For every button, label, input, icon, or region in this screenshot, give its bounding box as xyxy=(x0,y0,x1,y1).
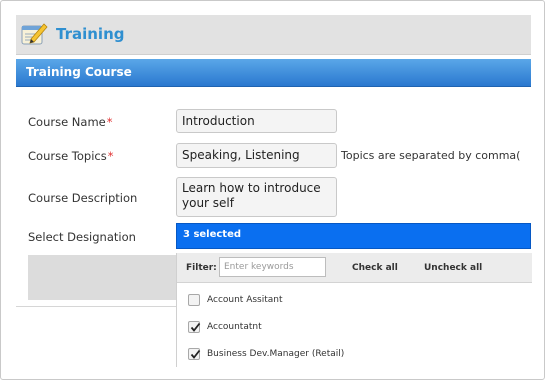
page-header: Training xyxy=(16,15,531,55)
uncheck-all-button[interactable]: Uncheck all xyxy=(424,263,482,273)
option-label: Business Dev.Manager (Retail) xyxy=(207,349,345,359)
course-description-textarea[interactable]: Learn how to introduce your self xyxy=(176,177,337,217)
course-topics-label: Course Topics* xyxy=(28,149,114,163)
checkmark-icon xyxy=(190,349,201,359)
option-label: Accountatnt xyxy=(207,322,262,332)
selected-count: 3 selected xyxy=(183,229,242,240)
course-name-label: Course Name* xyxy=(28,115,113,129)
checkbox[interactable] xyxy=(188,321,201,333)
course-name-input[interactable]: Introduction xyxy=(176,109,337,133)
checkbox[interactable] xyxy=(188,294,200,306)
topics-hint: Topics are separated by comma( xyxy=(341,149,521,162)
section-header: Training Course xyxy=(16,59,531,87)
check-all-button[interactable]: Check all xyxy=(352,263,398,273)
option-label: Account Assitant xyxy=(207,295,283,305)
filter-label: Filter: xyxy=(186,263,217,273)
designation-label: Select Designation xyxy=(28,230,136,244)
filter-input[interactable] xyxy=(219,257,326,277)
designation-multiselect[interactable]: 3 selected xyxy=(176,223,531,249)
page-title: Training xyxy=(56,25,125,43)
window-frame: Training Training Course Course Name* In… xyxy=(0,0,545,380)
checkmark-icon xyxy=(190,322,201,332)
course-description-label: Course Description xyxy=(28,191,138,205)
filter-bar: Filter: Check all Uncheck all xyxy=(177,253,532,283)
required-mark: * xyxy=(106,115,113,129)
checkbox[interactable] xyxy=(188,348,201,360)
section-title: Training Course xyxy=(26,65,132,79)
notepad-pencil-icon xyxy=(19,20,49,48)
designation-dropdown: Filter: Check all Uncheck all Account As… xyxy=(176,253,532,367)
course-topics-input[interactable]: Speaking, Listening xyxy=(176,143,337,168)
required-mark: * xyxy=(107,149,114,163)
form-footer-panel xyxy=(28,255,178,300)
